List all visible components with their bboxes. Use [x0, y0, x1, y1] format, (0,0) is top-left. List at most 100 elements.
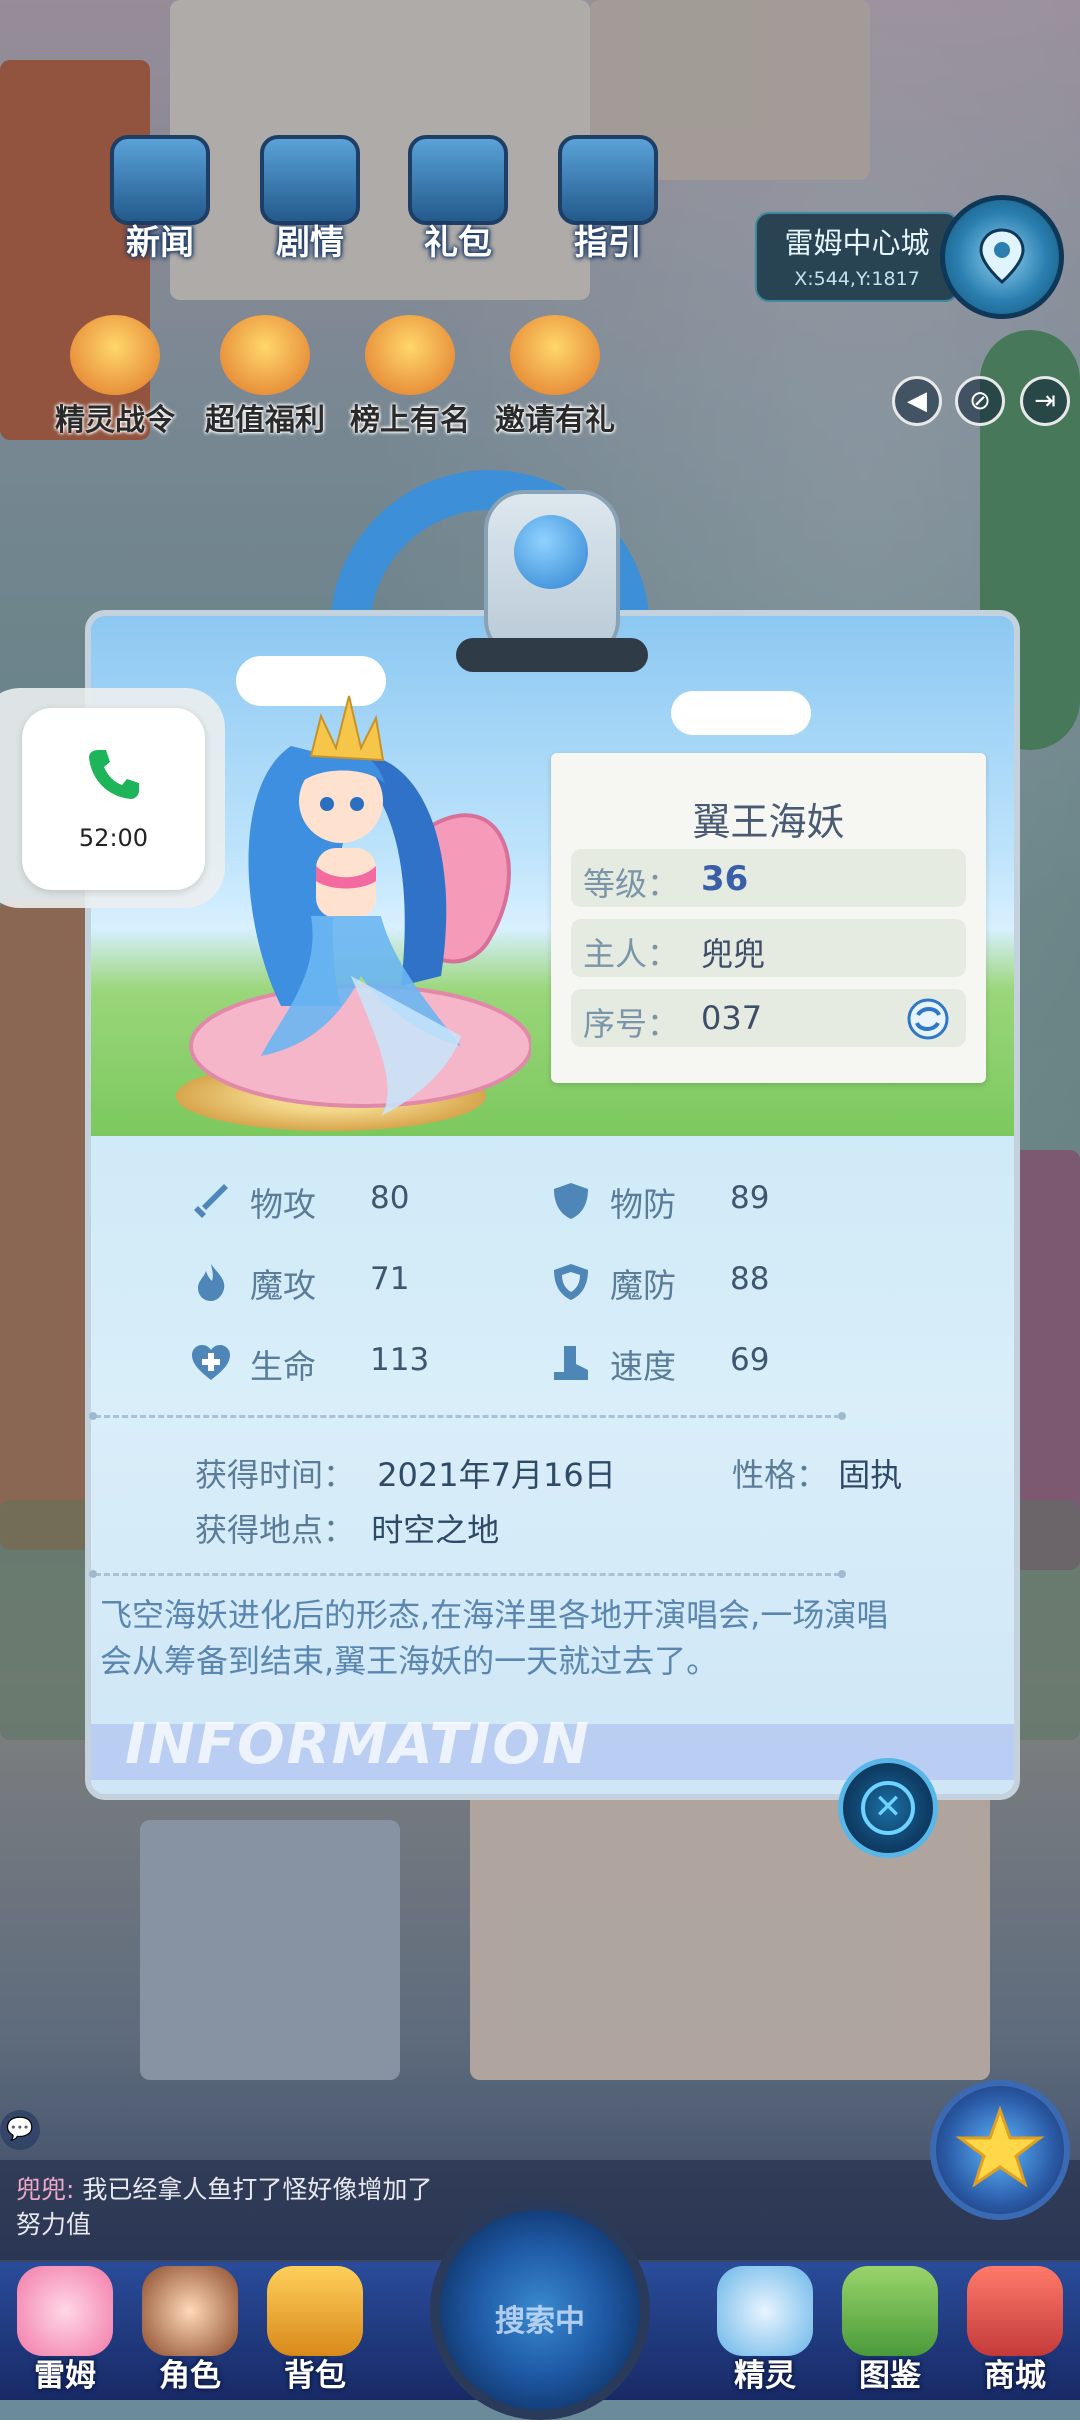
index-row: 序号： 037	[571, 989, 966, 1047]
stat-label: 魔防	[610, 1266, 676, 1305]
shop-icon	[967, 2266, 1063, 2356]
owner-row: 主人： 兜兜	[571, 919, 966, 977]
nav-label: 精灵	[734, 2358, 796, 2394]
nav-label: 图鉴	[859, 2358, 921, 2394]
story-icon	[260, 135, 360, 225]
chat-bubble-icon[interactable]: 💬	[0, 2110, 40, 2150]
chat-body: 我已经拿人鱼打了怪好像增加了努力值	[16, 2175, 433, 2239]
stat-value: 80	[370, 1180, 410, 1216]
nav-label: 雷姆	[34, 2358, 96, 2394]
call-timer: 52:00	[78, 824, 149, 852]
news-label: 新闻	[126, 223, 194, 263]
stat-label: 速度	[610, 1347, 676, 1386]
exit-icon[interactable]: ⇥	[1020, 376, 1070, 426]
backpack-icon	[267, 2266, 363, 2356]
battle-pass-label: 精灵战令	[55, 403, 175, 438]
stat-value: 113	[370, 1342, 430, 1378]
gift-pack-button[interactable]: 礼包	[398, 135, 518, 263]
stat-value: 71	[370, 1261, 410, 1297]
cloud	[671, 691, 811, 735]
location-badge[interactable]: 雷姆中心城 X:544,Y:1817	[755, 212, 959, 302]
star-icon	[955, 2105, 1045, 2188]
stat-value: 89	[730, 1180, 770, 1216]
star-action-button[interactable]	[930, 2080, 1070, 2220]
story-label: 剧情	[276, 223, 344, 263]
stat-value: 88	[730, 1261, 770, 1297]
shield-icon	[554, 1183, 588, 1219]
gift-box-icon	[220, 315, 310, 395]
location-name: 雷姆中心城	[784, 226, 930, 260]
nav-label: 背包	[284, 2358, 346, 2394]
pet-info-panel: 翼王海妖 等级： 36 主人： 兜兜 序号： 037	[551, 753, 986, 1083]
stat-label: 物防	[610, 1185, 676, 1224]
stat-physical-defense: 物防 89	[550, 1172, 910, 1232]
leaderboard-label: 榜上有名	[350, 403, 470, 438]
stat-magic-attack: 魔攻 71	[190, 1253, 550, 1313]
value-welfare-button[interactable]: 超值福利	[190, 315, 340, 438]
boot-icon	[554, 1346, 588, 1380]
phone-icon	[89, 750, 139, 799]
index-label: 序号：	[583, 1005, 680, 1043]
personality: 性格： 固执	[732, 1450, 902, 1496]
location-coordinates: X:544,Y:1817	[794, 268, 920, 290]
personality-label: 性格：	[732, 1456, 829, 1494]
guide-label: 指引	[574, 223, 642, 263]
invite-label: 邀请有礼	[495, 403, 615, 438]
chat-sender: 兜兜:	[16, 2175, 75, 2204]
radar-label: 搜索中	[495, 2304, 585, 2339]
nav-character[interactable]: 角色	[125, 2262, 255, 2400]
stat-label: 魔攻	[250, 1266, 316, 1305]
obtained-place: 获得地点： 时空之地	[195, 1505, 499, 1551]
nav-bag[interactable]: 背包	[250, 2262, 380, 2400]
nav-pokedex[interactable]: 图鉴	[825, 2262, 955, 2400]
level-row: 等级： 36	[571, 849, 966, 907]
trophy-icon	[365, 315, 455, 395]
nav-label: 角色	[159, 2358, 221, 2394]
personality-value: 固执	[838, 1456, 903, 1494]
speaker-icon[interactable]: ◀	[892, 376, 942, 426]
invite-button[interactable]: 邀请有礼	[480, 315, 630, 438]
owner-value: 兜兜	[701, 935, 766, 973]
mermaid-illustration	[189, 695, 531, 1116]
search-radar-button[interactable]: 搜索中	[430, 2200, 650, 2420]
battle-pass-icon	[70, 315, 160, 395]
guide-button[interactable]: 指引	[548, 135, 668, 263]
nav-spirit[interactable]: 精灵	[700, 2262, 830, 2400]
pokedex-icon	[842, 2266, 938, 2356]
guide-icon	[558, 135, 658, 225]
map-pin-icon	[979, 228, 1025, 284]
stat-speed: 速度 69	[550, 1334, 910, 1394]
stat-magic-defense: 魔防 88	[550, 1253, 910, 1313]
chat-message[interactable]: 兜兜: 我已经拿人鱼打了怪好像增加了努力值	[16, 2172, 446, 2242]
nav-leimu[interactable]: 雷姆	[0, 2262, 130, 2400]
invite-icon	[510, 315, 600, 395]
owner-label: 主人：	[583, 935, 680, 973]
dashed-divider	[89, 1570, 846, 1578]
dashed-divider	[89, 1412, 846, 1420]
nav-label: 商城	[984, 2358, 1046, 2394]
map-button[interactable]	[940, 195, 1064, 319]
spirit-icon	[717, 2266, 813, 2356]
nav-shop[interactable]: 商城	[950, 2262, 1080, 2400]
level-value: 36	[701, 859, 749, 899]
gift-pack-label: 礼包	[424, 223, 492, 263]
obtained-place-value: 时空之地	[371, 1511, 500, 1549]
obtained-time: 获得时间： 2021年7月16日	[195, 1450, 616, 1496]
stat-physical-attack: 物攻 80	[190, 1172, 550, 1232]
leimu-icon	[17, 2266, 113, 2356]
pet-description: 飞空海妖进化后的形态,在海洋里各地开演唱会,一场演唱会从筹备到结束,翼王海妖的一…	[100, 1596, 889, 1680]
leaderboard-button[interactable]: 榜上有名	[335, 315, 485, 438]
close-button[interactable]: ✕	[838, 1758, 938, 1858]
magic-shield-icon	[554, 1264, 588, 1300]
badge-clip-button	[514, 515, 588, 589]
story-button[interactable]: 剧情	[250, 135, 370, 263]
character-icon	[142, 2266, 238, 2356]
information-watermark: INFORMATION	[125, 1712, 591, 1777]
heart-plus-icon	[192, 1345, 230, 1380]
stat-label: 物攻	[250, 1185, 316, 1224]
no-sound-icon[interactable]: ⊘	[955, 376, 1005, 426]
sword-icon	[194, 1184, 228, 1218]
battle-pass-button[interactable]: 精灵战令	[40, 315, 190, 438]
news-button[interactable]: 新闻	[100, 135, 220, 263]
call-popup[interactable]: 52:00	[22, 708, 205, 890]
